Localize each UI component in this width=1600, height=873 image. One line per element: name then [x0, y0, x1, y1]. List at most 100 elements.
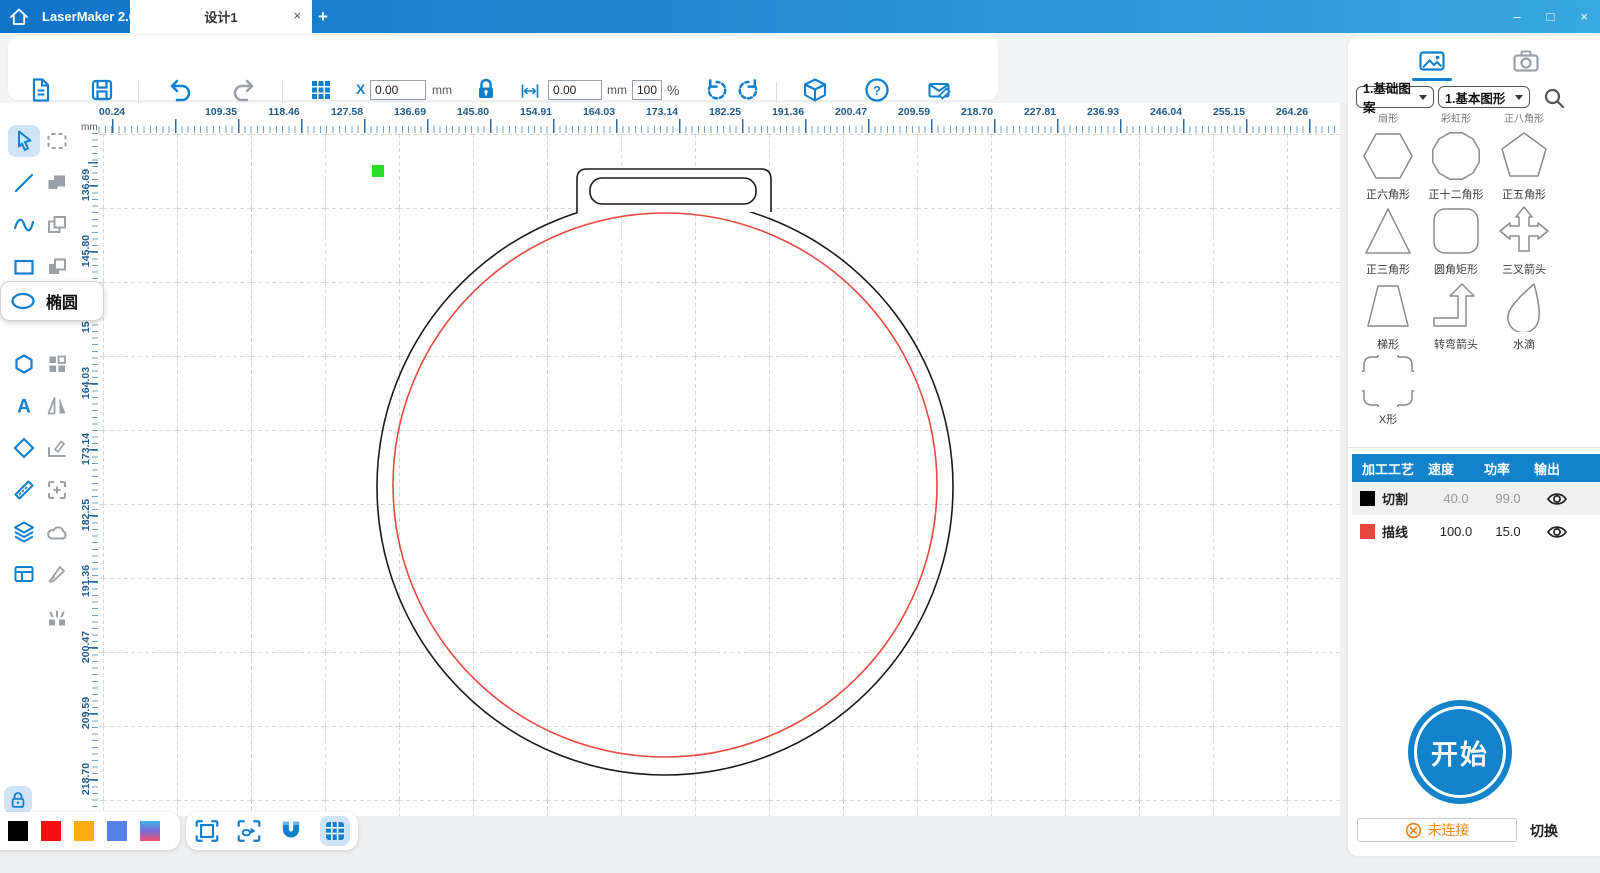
three-fork-arrow-shape-icon: [1498, 205, 1550, 257]
break-apart-tool[interactable]: [41, 600, 73, 632]
shape-item-dodecagon[interactable]: 正十二角形: [1424, 130, 1488, 202]
ruler-label: 246.04: [1150, 106, 1182, 118]
diamond-tool[interactable]: [8, 432, 40, 464]
palette-color-red[interactable]: [41, 821, 61, 841]
tab-shape-gallery[interactable]: [1412, 46, 1452, 76]
rotate-ccw-icon[interactable]: [704, 78, 729, 103]
shape-item-triangle[interactable]: 正三角形: [1356, 205, 1420, 277]
maximize-button[interactable]: □: [1547, 9, 1555, 24]
shape-item-water-drop[interactable]: 水滴: [1492, 280, 1556, 352]
text-tool[interactable]: A: [8, 390, 40, 422]
curve-tool[interactable]: [8, 209, 40, 241]
palette-color-black[interactable]: [8, 821, 28, 841]
lock-icon: [8, 790, 28, 810]
shape-item-rounded-rect[interactable]: 圆角矩形: [1424, 205, 1488, 277]
pattern-category-select[interactable]: 1.基础图案: [1356, 86, 1434, 108]
select-tool[interactable]: [8, 125, 40, 157]
process-row-cut[interactable]: 切割 40.0 99.0: [1352, 482, 1600, 515]
shape-item-trapezoid[interactable]: 梯形: [1356, 280, 1420, 352]
polygon-tool[interactable]: [8, 348, 40, 380]
design-canvas[interactable]: [98, 133, 1340, 816]
palette-color-orange[interactable]: [74, 821, 94, 841]
new-tab-button[interactable]: +: [318, 0, 328, 33]
ruler-label: 00.24: [99, 106, 125, 118]
ruler-label: 200.47: [80, 631, 92, 663]
x-input[interactable]: [370, 80, 426, 100]
palette-color-gradient[interactable]: [140, 821, 160, 841]
ellipse-icon: [9, 289, 37, 313]
laser-position-marker: [372, 165, 384, 177]
angle-pen-tool[interactable]: [41, 432, 73, 464]
shape-item-turn-arrow[interactable]: 转弯箭头: [1424, 280, 1488, 352]
shape-label: 正五角形: [1492, 186, 1556, 202]
x-shape-icon: [1362, 355, 1414, 407]
width-percent-input[interactable]: [632, 80, 662, 100]
canvas-lock-button[interactable]: [4, 786, 32, 814]
shape-label: 正十二角形: [1424, 186, 1488, 202]
shape-item-hexagon[interactable]: 正六角形: [1356, 130, 1420, 202]
process-table-header: 加工工艺 速度 功率 输出: [1352, 454, 1600, 482]
cloud-tool[interactable]: [41, 516, 73, 548]
shape-item-three-fork-arrow[interactable]: 三叉箭头: [1492, 205, 1556, 277]
home-button[interactable]: [2, 0, 36, 33]
rectangle-tool[interactable]: [8, 251, 40, 283]
process-row-trace[interactable]: 描线 100.0 15.0: [1352, 515, 1600, 548]
process-power-value[interactable]: 15.0: [1482, 524, 1534, 539]
trapezoid-shape-icon: [1362, 280, 1414, 332]
layout-tool[interactable]: [8, 558, 40, 590]
ellipse-tool-flyout[interactable]: 椭圆: [0, 281, 104, 321]
ellipse-tool-label: 椭圆: [46, 289, 78, 313]
ruler-label: 154.91: [520, 106, 552, 118]
align-tool[interactable]: [41, 348, 73, 380]
eye-icon[interactable]: [1546, 523, 1568, 541]
minimize-button[interactable]: –: [1513, 9, 1520, 24]
marquee-tool[interactable]: [41, 125, 73, 157]
line-tool[interactable]: [8, 167, 40, 199]
titlebar: LaserMaker 2.0.16 设计1 × + – □ ×: [0, 0, 1600, 33]
shape-item-x-shape[interactable]: X形: [1356, 355, 1420, 427]
design-tab-outline[interactable]: [577, 169, 771, 213]
search-icon[interactable]: [1542, 86, 1566, 110]
expand-frame-tool[interactable]: [41, 474, 73, 506]
process-power-value[interactable]: 99.0: [1482, 491, 1534, 506]
shape-label-clipped: 彩虹形: [1441, 110, 1471, 125]
switch-device-button[interactable]: 切换: [1530, 821, 1558, 841]
ruler-label: 200.47: [835, 106, 867, 118]
shape-item-pentagon[interactable]: 正五角形: [1492, 130, 1556, 202]
shape-category-select[interactable]: 1.基本图形: [1438, 86, 1530, 108]
ruler-unit-label: mm: [80, 103, 98, 133]
width-percent-sign: %: [667, 82, 679, 98]
close-button[interactable]: ×: [1580, 9, 1588, 24]
vectorize-pen-tool[interactable]: [41, 558, 73, 590]
subtract-tool[interactable]: [41, 251, 73, 283]
layer-color-swatch[interactable]: [1360, 524, 1375, 539]
layers-tool[interactable]: [8, 516, 40, 548]
layer-color-swatch[interactable]: [1360, 491, 1375, 506]
eye-icon[interactable]: [1546, 490, 1568, 508]
tab-camera[interactable]: [1506, 46, 1546, 76]
ruler-label: 173.14: [646, 106, 678, 118]
palette-color-blue[interactable]: [107, 821, 127, 841]
measure-tool[interactable]: [8, 474, 40, 506]
document-tab[interactable]: 设计1 ×: [130, 0, 312, 33]
width-input[interactable]: [548, 80, 602, 100]
ruler-label: 182.25: [80, 499, 92, 531]
ruler-label: 236.93: [1087, 106, 1119, 118]
grid-toggle-button[interactable]: [320, 816, 350, 846]
process-speed-value[interactable]: 100.0: [1430, 524, 1482, 539]
preview-scan-button[interactable]: [236, 818, 262, 844]
fit-frame-button[interactable]: [194, 818, 220, 844]
ruler-label: 209.59: [80, 697, 92, 729]
process-speed-value[interactable]: 40.0: [1430, 491, 1482, 506]
connection-status-field[interactable]: 未连接: [1357, 818, 1517, 842]
rotate-cw-icon[interactable]: [736, 78, 761, 103]
mirror-tool[interactable]: [41, 390, 73, 422]
shape-label: 水滴: [1492, 336, 1556, 352]
duplicate-tool[interactable]: [41, 209, 73, 241]
right-panel: 1.基础图案 1.基本图形 扇形 彩虹形 正八角形 正六角形 正十二角形 正五角…: [1348, 36, 1600, 856]
start-button[interactable]: 开始: [1408, 700, 1512, 804]
snap-magnet-button[interactable]: [278, 818, 304, 844]
shape-label: 转弯箭头: [1424, 336, 1488, 352]
weld-tool[interactable]: [41, 167, 73, 199]
tab-close-icon[interactable]: ×: [293, 8, 301, 23]
